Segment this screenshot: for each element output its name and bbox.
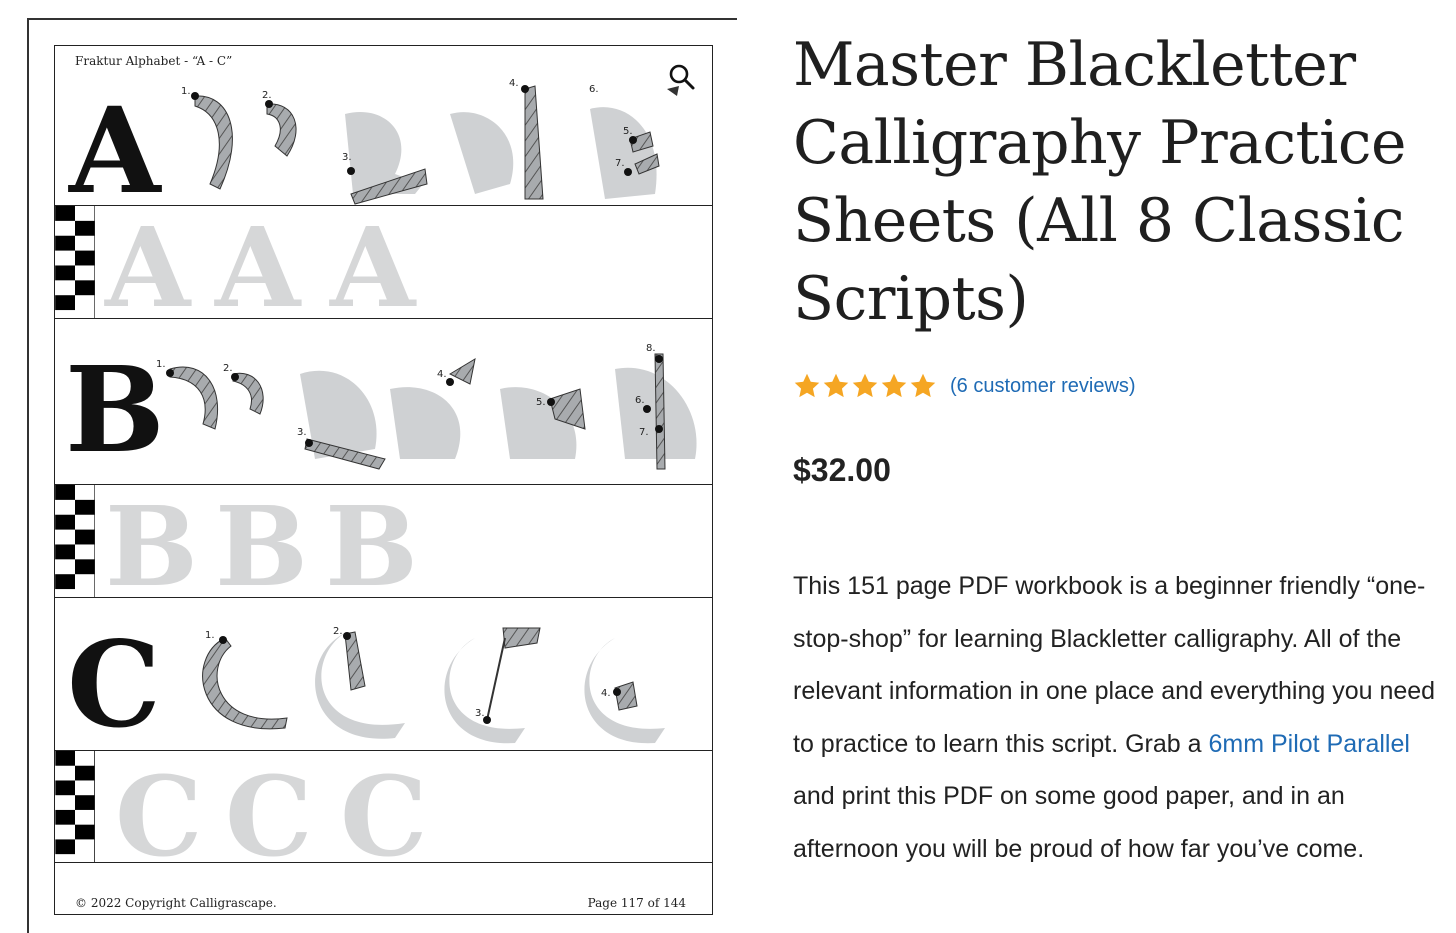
nib-width-marks (55, 206, 95, 318)
star-icon (881, 373, 907, 398)
worksheet-page-number: Page 117 of 144 (587, 896, 686, 910)
svg-text:A: A (329, 206, 417, 319)
letter-c-tracing: C C C (115, 752, 428, 864)
svg-text:C: C (115, 752, 203, 864)
svg-text:A: A (214, 206, 302, 319)
stroke-number: 1. (205, 630, 215, 641)
practice-row-a[interactable]: A A A (55, 205, 712, 319)
svg-text:B: B (215, 485, 308, 598)
worksheet-copyright: © 2022 Copyright Calligrascape. (75, 896, 277, 910)
pilot-parallel-link[interactable]: 6mm Pilot Parallel (1208, 730, 1409, 758)
letter-c-example: C (67, 615, 161, 751)
nib-width-marks (55, 485, 95, 597)
star-rating (793, 372, 938, 400)
stroke-number: 5. (536, 397, 546, 408)
letter-b-tracing: B B B (105, 485, 418, 598)
stroke-number: 1. (181, 86, 191, 97)
practice-row-c[interactable]: C C C (55, 750, 712, 864)
letter-a-example: A (68, 81, 162, 206)
practice-row-b[interactable]: B B B (55, 484, 712, 598)
letter-c-section: C 1. 2. 3. 4. (55, 597, 712, 751)
stroke-number: 6. (635, 395, 645, 406)
stroke-number: 7. (615, 158, 625, 169)
stroke-number: 2. (262, 90, 272, 101)
product-price: $32.00 (793, 452, 891, 488)
star-icon (794, 373, 820, 398)
stroke-number: 3. (297, 427, 307, 438)
stroke-number: 5. (623, 126, 633, 137)
nib-width-marks (55, 751, 95, 862)
worksheet-preview[interactable]: Fraktur Alphabet - “A - C” A 1. 2. 3. 4.… (54, 45, 713, 915)
product-description: This 151 page PDF workbook is a beginner… (793, 560, 1443, 875)
letter-b-section: B 1. 2. 3. 4. 5. 6. 7. 8. (55, 318, 712, 484)
stroke-number: 1. (156, 359, 166, 370)
svg-text:C: C (225, 752, 313, 864)
star-icon (852, 373, 878, 398)
letter-b-stroke-guide: B 1. 2. 3. 4. 5. 6. 7. 8. (65, 340, 697, 479)
letter-b-example: B (65, 340, 165, 479)
customer-reviews-link[interactable]: (6 customer reviews) (950, 375, 1136, 398)
stroke-number: 4. (509, 78, 519, 89)
stroke-number: 2. (223, 363, 233, 374)
svg-text:C: C (340, 752, 428, 864)
svg-text:B: B (325, 485, 418, 598)
product-rating: (6 customer reviews) (793, 370, 1136, 402)
stroke-number: 4. (601, 688, 611, 699)
stroke-number: 2. (333, 626, 343, 637)
star-icon (910, 373, 936, 398)
letter-a-stroke-guide: A 1. 2. 3. 4. 5. 6. 7. (68, 78, 679, 206)
star-icon (823, 373, 849, 398)
product-title: Master Blackletter Calligraphy Practice … (793, 30, 1406, 334)
stroke-number: 3. (475, 708, 485, 719)
letter-c-stroke-guide: C 1. 2. 3. 4. (67, 615, 665, 751)
stroke-number: 8. (646, 343, 656, 354)
worksheet-title: Fraktur Alphabet - “A - C” (75, 54, 233, 68)
stroke-number: 7. (639, 427, 649, 438)
description-text: and print this PDF on some good paper, a… (793, 782, 1365, 863)
letter-a-tracing: A A A (104, 206, 417, 319)
svg-text:B: B (105, 485, 198, 598)
stroke-number: 4. (437, 369, 447, 380)
stroke-number: 6. (589, 84, 599, 95)
stroke-number: 3. (342, 152, 352, 163)
svg-text:A: A (104, 206, 192, 319)
